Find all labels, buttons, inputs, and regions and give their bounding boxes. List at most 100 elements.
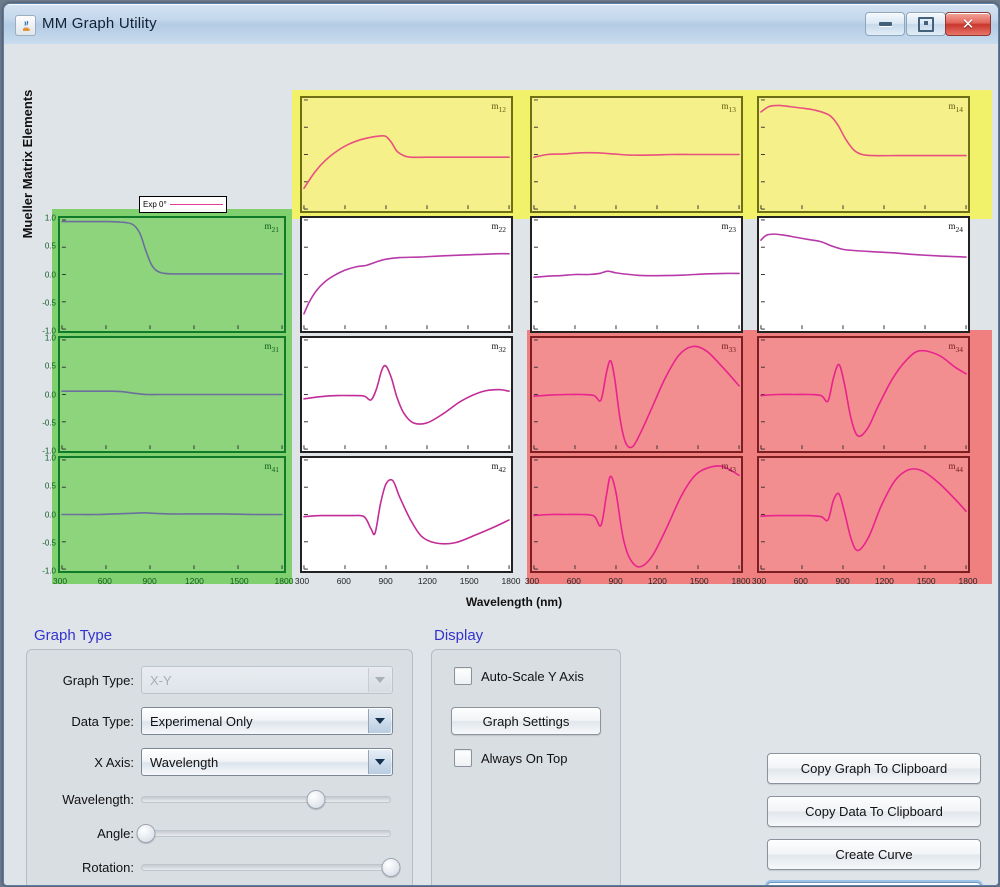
x-tick-label: 900	[836, 576, 850, 586]
chevron-down-icon	[368, 750, 391, 774]
y-tick-label: 0.5	[45, 362, 56, 371]
y-tick-label: 0.0	[45, 270, 56, 279]
minimize-button[interactable]	[865, 12, 905, 36]
auto-scale-y-axis-checkbox-row[interactable]: Auto-Scale Y Axis	[454, 667, 584, 685]
graph-type-field-label: Graph Type:	[34, 673, 134, 688]
y-tick-label: -1.0	[42, 567, 56, 576]
plot-area-m24: m24	[757, 216, 970, 333]
plot-area-m22: m22	[300, 216, 513, 333]
close-button[interactable]: Close	[767, 882, 981, 886]
x-tick-label: 300	[525, 576, 539, 586]
angle-slider-label: Angle:	[28, 826, 134, 841]
data-type-select[interactable]: Experimenal Only	[141, 707, 393, 735]
curve-m31	[60, 338, 284, 451]
x-tick-label: 1800	[732, 576, 751, 586]
plot-label-m34: m34	[948, 341, 963, 354]
legend-label: Exp 0°	[143, 200, 167, 209]
x-axis-select[interactable]: Wavelength	[141, 748, 393, 776]
plot-area-m12: m12	[300, 96, 513, 213]
always-on-top-checkbox[interactable]	[454, 749, 472, 767]
legend: Exp 0°	[139, 196, 227, 213]
x-tick-label: 1800	[502, 576, 521, 586]
maximize-button[interactable]	[906, 12, 946, 36]
plot-cell-m34[interactable]: m34	[757, 336, 970, 453]
slider-track	[141, 864, 391, 871]
plot-area-m21: m21	[58, 216, 286, 333]
graph-type-select[interactable]: X-Y	[141, 666, 393, 694]
slider-track	[141, 796, 391, 803]
plot-cell-m14[interactable]: m14	[757, 96, 970, 213]
plot-cell-m32[interactable]: m32	[300, 336, 513, 453]
angle-slider[interactable]	[141, 826, 391, 840]
plot-cell-m22[interactable]: m22	[300, 216, 513, 333]
copy-data-to-clipboard-button[interactable]: Copy Data To Clipboard	[767, 796, 981, 827]
plot-cell-m44[interactable]: m44	[757, 456, 970, 573]
legend-line-swatch	[170, 204, 223, 205]
auto-scale-y-axis-checkbox[interactable]	[454, 667, 472, 685]
graph-type-value: X-Y	[142, 673, 368, 688]
curve-m14	[759, 98, 968, 211]
plot-cell-m41[interactable]: m41	[58, 456, 286, 573]
maximize-icon	[918, 17, 934, 32]
chevron-down-icon	[368, 668, 391, 692]
plot-area-m42: m42	[300, 456, 513, 573]
graph-grid-area: Mueller Matrix Elements Exp 0° m12 m13	[4, 44, 998, 579]
window-title: MM Graph Utility	[42, 15, 157, 32]
plot-area-m13: m13	[530, 96, 743, 213]
slider-knob[interactable]	[137, 824, 156, 843]
x-tick-label: 1500	[917, 576, 936, 586]
plot-cell-m21[interactable]: m21	[58, 216, 286, 333]
x-axis-field-label: X Axis:	[34, 755, 134, 770]
slider-knob[interactable]	[382, 858, 401, 877]
plot-label-m41: m41	[264, 461, 279, 474]
x-tick-label: 1800	[959, 576, 978, 586]
plot-area-m14: m14	[757, 96, 970, 213]
plot-cell-m13[interactable]: m13	[530, 96, 743, 213]
x-tick-label: 300	[53, 576, 67, 586]
y-tick-label: 1.0	[45, 454, 56, 463]
x-tick-label: 1200	[418, 576, 437, 586]
plot-area-m43: m43	[530, 456, 743, 573]
y-tick-label: -0.5	[42, 538, 56, 547]
plot-area-m34: m34	[757, 336, 970, 453]
always-on-top-checkbox-row[interactable]: Always On Top	[454, 749, 567, 767]
curve-m33	[532, 338, 741, 451]
plot-cell-m42[interactable]: m42	[300, 456, 513, 573]
plot-label-m12: m12	[491, 101, 506, 114]
plot-cell-m43[interactable]: m43	[530, 456, 743, 573]
x-tick-label: 600	[794, 576, 808, 586]
rotation-slider-label: Rotation:	[28, 860, 134, 875]
plot-label-m44: m44	[948, 461, 963, 474]
x-tick-label: 1200	[648, 576, 667, 586]
plot-cell-m33[interactable]: m33	[530, 336, 743, 453]
graph-settings-button[interactable]: Graph Settings	[451, 707, 601, 735]
wavelength-slider[interactable]	[141, 792, 391, 806]
slider-knob[interactable]	[307, 790, 326, 809]
plot-label-m22: m22	[491, 221, 506, 234]
chevron-down-icon	[368, 709, 391, 733]
plot-area-m23: m23	[530, 216, 743, 333]
plot-cell-m12[interactable]: m12	[300, 96, 513, 213]
x-tick-labels-col-4: 300600900120015001800	[757, 576, 970, 588]
x-tick-label: 1200	[185, 576, 204, 586]
close-window-button[interactable]: ✕	[945, 12, 991, 36]
plot-cell-m31[interactable]: m31	[58, 336, 286, 453]
close-icon: ✕	[962, 17, 975, 32]
y-tick-labels-row-3: 1.00.50.0-0.5-1.0	[30, 336, 56, 453]
plot-label-m43: m43	[721, 461, 736, 474]
title-bar: MM Graph Utility ✕	[4, 4, 998, 45]
plot-cell-m23[interactable]: m23	[530, 216, 743, 333]
create-curve-button[interactable]: Create Curve	[767, 839, 981, 870]
plot-area-m31: m31	[58, 336, 286, 453]
x-tick-labels-col-1: 300600900120015001800	[58, 576, 286, 588]
curve-m21	[60, 218, 284, 331]
plot-label-m23: m23	[721, 221, 736, 234]
wavelength-slider-label: Wavelength:	[28, 792, 134, 807]
copy-graph-to-clipboard-button[interactable]: Copy Graph To Clipboard	[767, 753, 981, 784]
y-tick-label: -0.5	[42, 418, 56, 427]
plot-cell-m24[interactable]: m24	[757, 216, 970, 333]
plot-label-m32: m32	[491, 341, 506, 354]
rotation-slider[interactable]	[141, 860, 391, 874]
plot-label-m31: m31	[264, 341, 279, 354]
x-axis-value: Wavelength	[142, 755, 368, 770]
